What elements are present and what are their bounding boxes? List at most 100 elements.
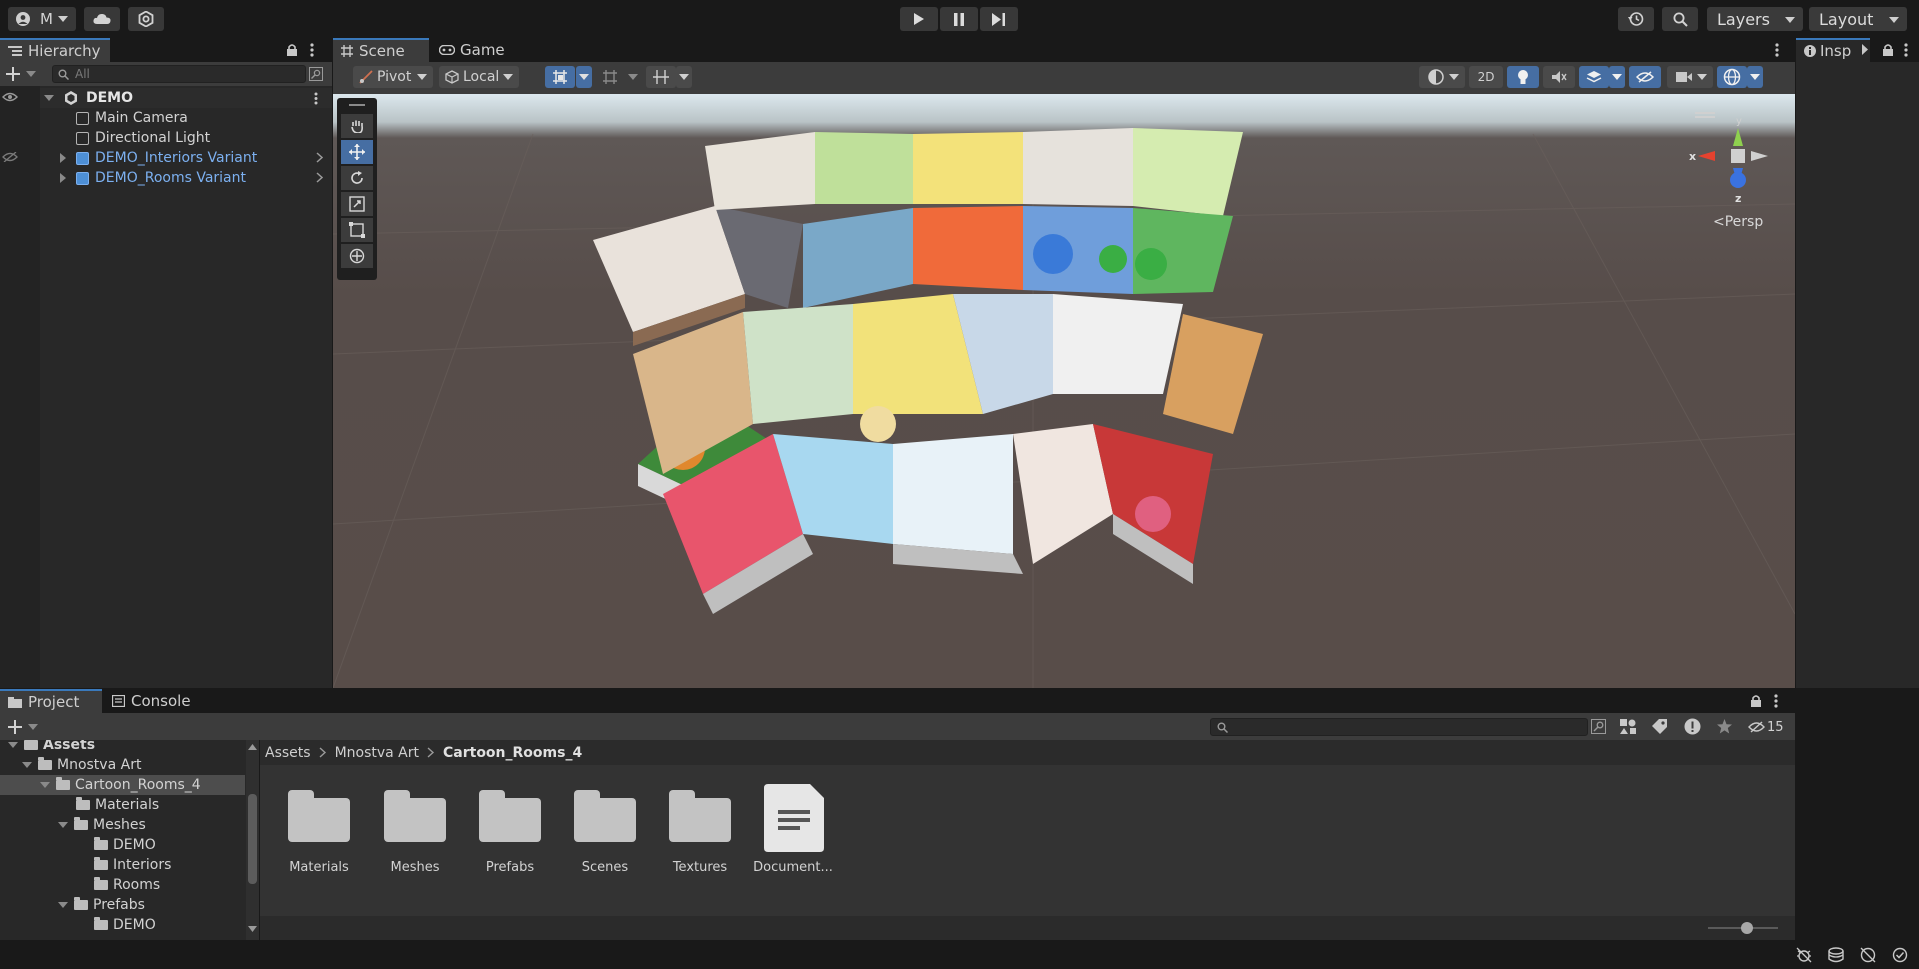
search-button[interactable] (1662, 7, 1698, 31)
expand-arrow-icon[interactable] (60, 173, 66, 183)
step-button[interactable] (980, 7, 1018, 31)
tab-game[interactable]: Game (431, 38, 521, 62)
chevron-right-icon[interactable] (316, 152, 323, 163)
audio-toggle[interactable] (1543, 66, 1575, 88)
hierarchy-item-demo[interactable]: DEMO (44, 88, 133, 108)
debug-off-icon[interactable] (1796, 947, 1812, 963)
tree-scrollbar[interactable] (246, 740, 259, 940)
rect-tool-button[interactable] (341, 218, 373, 242)
hierarchy-search-input[interactable]: All (52, 65, 306, 83)
increment-snap-dropdown[interactable] (625, 66, 641, 88)
collab-button[interactable] (128, 7, 164, 31)
tree-item-meshes[interactable]: Meshes (58, 815, 146, 835)
more-options-icon[interactable] (310, 43, 314, 57)
tree-item-prefabs-demo[interactable]: DEMO (94, 915, 156, 935)
warning-filter-icon[interactable] (1684, 718, 1701, 735)
breadcrumb-current[interactable]: Cartoon_Rooms_4 (443, 745, 582, 761)
eye-icon[interactable] (2, 92, 18, 102)
expand-arrow-icon[interactable] (8, 742, 18, 748)
hidden-objects-toggle[interactable] (1629, 66, 1661, 88)
persp-label[interactable]: <Persp (1713, 214, 1763, 230)
palette-grip[interactable] (349, 104, 365, 106)
effects-dropdown[interactable] (1609, 66, 1625, 88)
undo-history-button[interactable] (1618, 7, 1654, 31)
create-button[interactable] (6, 64, 40, 84)
tree-item-rooms[interactable]: Rooms (94, 875, 160, 895)
tab-hierarchy[interactable]: Hierarchy (0, 38, 110, 62)
tab-inspector[interactable]: Insp (1796, 38, 1870, 62)
more-options-icon[interactable] (314, 92, 318, 105)
effects-toggle[interactable] (1579, 66, 1609, 88)
hierarchy-item-rooms-variant[interactable]: DEMO_Rooms Variant (60, 168, 246, 188)
expand-arrow-icon[interactable] (22, 762, 32, 768)
scroll-up-icon[interactable] (248, 744, 257, 750)
rotate-tool-button[interactable] (341, 166, 373, 190)
more-options-icon[interactable] (1775, 43, 1779, 57)
hidden-packages-toggle[interactable]: 15 (1748, 717, 1784, 737)
increment-snap-button[interactable] (595, 66, 625, 88)
grid-snapping-button[interactable] (545, 66, 575, 88)
draw-mode-dropdown[interactable] (1419, 66, 1465, 88)
gizmos-toggle[interactable] (1717, 66, 1747, 88)
tree-item-assets[interactable]: Assets (8, 740, 95, 755)
chevron-right-icon[interactable] (316, 172, 323, 183)
play-button[interactable] (900, 7, 938, 31)
create-asset-button[interactable] (8, 719, 42, 735)
camera-settings-dropdown[interactable] (1667, 66, 1713, 88)
expand-arrow-icon[interactable] (60, 153, 66, 163)
tab-console[interactable]: Console (104, 689, 204, 713)
scene-search-icon[interactable] (309, 67, 323, 81)
expand-arrow-icon[interactable] (44, 95, 54, 101)
more-options-icon[interactable] (1904, 43, 1908, 57)
hand-tool-button[interactable] (341, 114, 373, 138)
tree-item-meshes-demo[interactable]: DEMO (94, 835, 156, 855)
grid-visibility-button[interactable] (646, 66, 676, 88)
layers-dropdown[interactable]: Layers (1707, 7, 1803, 31)
orientation-gizmo[interactable]: y x z <Persp (1663, 100, 1773, 230)
account-button[interactable]: M (8, 7, 76, 31)
2d-toggle[interactable]: 2D (1469, 66, 1503, 88)
asset-folder-scenes[interactable] (574, 790, 636, 842)
asset-folder-prefabs[interactable] (479, 790, 541, 842)
asset-folder-materials[interactable] (288, 790, 350, 842)
tree-item-prefabs[interactable]: Prefabs (58, 895, 145, 915)
local-dropdown[interactable]: Local (439, 66, 519, 88)
hierarchy-item-directional-light[interactable]: Directional Light (76, 128, 210, 148)
tree-item-interiors[interactable]: Interiors (94, 855, 171, 875)
check-circle-icon[interactable] (1892, 947, 1908, 963)
asset-folder-textures[interactable] (669, 790, 731, 842)
tree-item-mnostva-art[interactable]: Mnostva Art (22, 755, 141, 775)
chevron-right-icon[interactable] (1862, 44, 1868, 55)
tab-scene[interactable]: Scene (333, 38, 429, 62)
lock-icon[interactable] (1750, 694, 1762, 708)
gizmos-dropdown[interactable] (1747, 66, 1763, 88)
label-tag-icon[interactable] (1652, 719, 1667, 734)
expand-arrow-icon[interactable] (58, 822, 68, 828)
scroll-down-icon[interactable] (248, 926, 257, 932)
tree-item-materials[interactable]: Materials (76, 795, 159, 815)
asset-folder-meshes[interactable] (384, 790, 446, 842)
breadcrumb-item[interactable]: Mnostva Art (335, 745, 419, 761)
lock-icon[interactable] (286, 43, 298, 57)
progress-off-icon[interactable] (1860, 947, 1876, 963)
tab-project[interactable]: Project (0, 689, 102, 713)
star-icon[interactable] (1717, 719, 1732, 734)
asset-documentation[interactable] (764, 784, 824, 852)
tree-item-cartoon-rooms-4[interactable]: Cartoon_Rooms_4 (40, 775, 201, 795)
pivot-dropdown[interactable]: Pivot (353, 66, 433, 88)
filter-by-type-icon[interactable] (1620, 719, 1636, 734)
icon-size-slider-thumb[interactable] (1741, 922, 1753, 934)
hierarchy-item-main-camera[interactable]: Main Camera (76, 108, 188, 128)
cloud-button[interactable] (84, 7, 120, 31)
scrollbar-thumb[interactable] (248, 794, 257, 884)
grid-visibility-dropdown[interactable] (676, 66, 692, 88)
eye-hidden-icon[interactable] (2, 152, 18, 162)
scale-tool-button[interactable] (341, 192, 373, 216)
more-options-icon[interactable] (1774, 694, 1778, 708)
lock-icon[interactable] (1882, 43, 1894, 57)
expand-arrow-icon[interactable] (58, 902, 68, 908)
move-tool-button[interactable] (341, 140, 373, 164)
scene-viewport[interactable]: y x z <Persp (333, 94, 1795, 688)
project-search-input[interactable] (1210, 718, 1588, 736)
expand-arrow-icon[interactable] (40, 782, 50, 788)
